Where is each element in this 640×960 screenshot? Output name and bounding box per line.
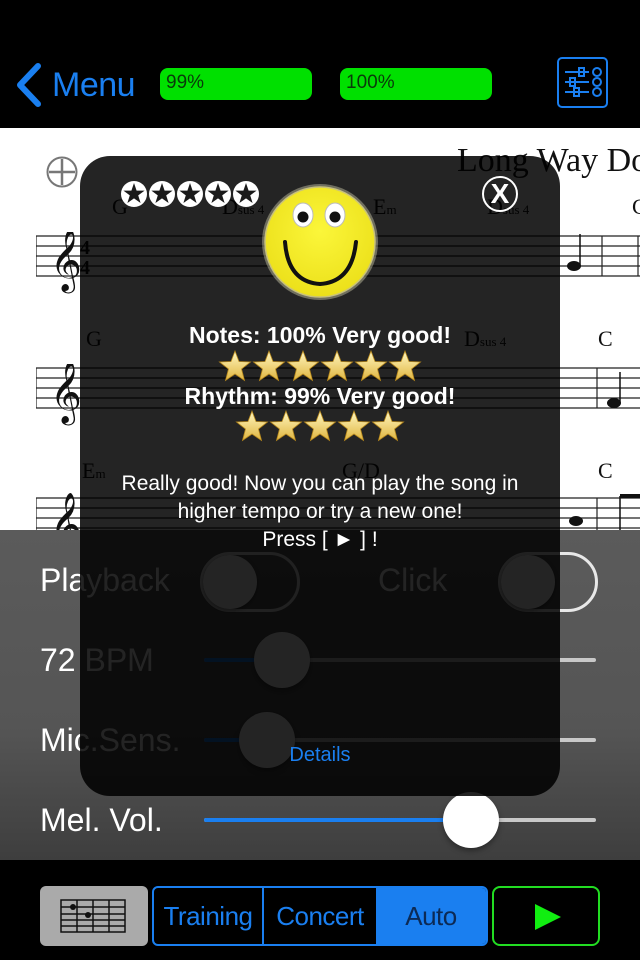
press-play-hint: Press [ ► ] ! (262, 528, 378, 551)
rhythm-result: Rhythm: 99% Very good! (184, 383, 456, 409)
gold-star-icon (269, 410, 303, 442)
gold-star-icon (337, 410, 371, 442)
svg-text:𝄞: 𝄞 (50, 364, 82, 426)
mode-auto[interactable]: Auto (376, 888, 486, 944)
chord-diagram-button[interactable] (40, 886, 148, 946)
sliders-icon (565, 67, 602, 97)
chord-symbol: C (598, 326, 613, 351)
gold-star-icon (286, 350, 320, 382)
chord-symbol: C (632, 194, 640, 219)
result-dialog: X Notes: 100% Very good! Rhythm: 99% Ver… (80, 156, 560, 796)
smiley-face-icon (262, 184, 378, 300)
rhythm-progress-bar: 99% (160, 68, 312, 100)
rhythm-stars (80, 410, 560, 442)
details-link[interactable]: Details (80, 744, 560, 767)
chord-symbol: C (598, 458, 613, 483)
treble-clef-icon: 𝄞 (50, 232, 82, 294)
notes-result: Notes: 100% Very good! (188, 322, 452, 348)
top-bar: Menu 99% 100% (0, 0, 640, 128)
gold-star-icon (303, 410, 337, 442)
rating-circle-star-icon (205, 181, 231, 207)
notes-progress-bar: 100% (340, 68, 492, 100)
mode-concert[interactable]: Concert (264, 888, 376, 944)
gold-star-icon (388, 350, 422, 382)
gold-star-icon (354, 350, 388, 382)
gold-star-icon (218, 350, 252, 382)
slider-thumb[interactable] (442, 792, 499, 848)
gold-star-icon (371, 410, 405, 442)
gold-star-icon (320, 350, 354, 382)
close-button[interactable]: X (482, 176, 518, 212)
play-icon (535, 904, 561, 930)
play-button[interactable] (492, 886, 600, 946)
rating-circle-star-icon (233, 181, 259, 207)
result-message: Really good! Now you can play the song i… (120, 470, 520, 554)
message-text: Really good! Now you can play the song i… (121, 472, 519, 523)
rating-circle-star-icon (149, 181, 175, 207)
gold-star-icon (252, 350, 286, 382)
melody-volume-label: Mel. Vol. (40, 802, 163, 838)
chord-grid-icon (60, 899, 126, 933)
mode-training[interactable]: Training (154, 888, 264, 944)
notes-stars (80, 350, 560, 382)
gold-star-icon (235, 410, 269, 442)
add-circle-icon[interactable] (46, 156, 78, 188)
chevron-left-icon (17, 63, 41, 107)
mode-segmented-control: Training Concert Auto (152, 886, 488, 946)
bottom-toolbar: Training Concert Auto (0, 860, 640, 960)
menu-back-button[interactable]: Menu (14, 62, 136, 108)
rating-circle-star-icon (177, 181, 203, 207)
menu-label: Menu (52, 65, 136, 104)
melody-volume-slider[interactable] (204, 792, 596, 848)
mixer-settings-button[interactable] (557, 57, 608, 108)
rating-circles (120, 180, 260, 208)
rating-circle-star-icon (121, 181, 147, 207)
